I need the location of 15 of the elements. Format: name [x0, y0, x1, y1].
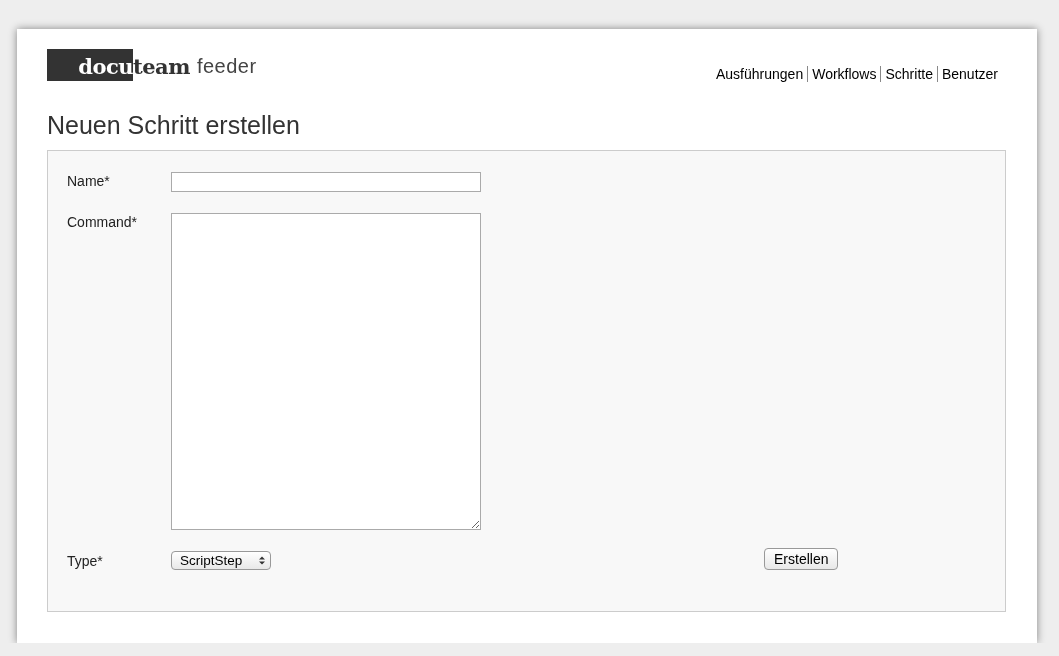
- submit-button[interactable]: Erstellen: [764, 548, 839, 570]
- field-label: Type*: [67, 552, 104, 569]
- nav-link[interactable]: Workflows: [807, 66, 881, 82]
- logo-text: docu: [47, 49, 133, 81]
- page-title: Neuen Schritt erstellen: [47, 110, 301, 140]
- logo-text: feeder: [195, 55, 257, 79]
- nav-link[interactable]: Schritte: [880, 66, 937, 82]
- field-label: Command*: [67, 214, 139, 230]
- nav-link[interactable]: Benutzer: [936, 66, 1002, 82]
- field-label: Name*: [67, 173, 111, 189]
- name-input[interactable]: [171, 172, 481, 192]
- logo-text: team: [133, 54, 190, 81]
- type-select[interactable]: ScriptStep: [171, 551, 271, 570]
- nav-link[interactable]: Ausführungen: [716, 66, 808, 82]
- updown-arrows-icon: [259, 556, 265, 565]
